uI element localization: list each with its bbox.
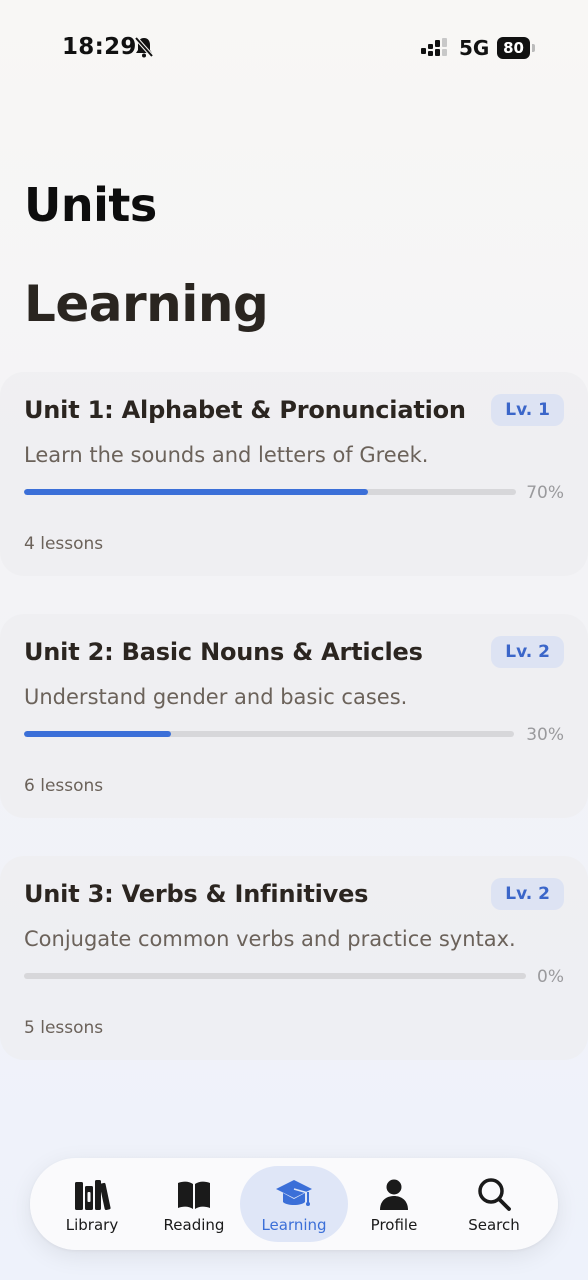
network-label: 5G [459,36,490,60]
tab-label: Learning [261,1216,327,1234]
progress-percent: 30% [526,725,564,745]
progress-bar [24,973,526,979]
unit-title: Unit 2: Basic Nouns & Articles [24,638,423,666]
progress-fill [24,731,171,737]
unit-card[interactable]: Unit 3: Verbs & Infinitives Lv. 2 Conjug… [0,856,588,1060]
tab-label: Search [468,1216,520,1234]
status-time: 18:29 [62,34,137,60]
unit-description: Learn the sounds and letters of Greek. [24,443,429,467]
unit-card[interactable]: Unit 1: Alphabet & Pronunciation Lv. 1 L… [0,372,588,576]
lesson-count: 5 lessons [24,1018,104,1038]
progress-fill [24,489,369,495]
page-title: Units [24,178,157,232]
battery-icon: 80 [497,37,535,59]
tab-bar: Library Reading Learning Profile Search [30,1158,558,1250]
tab-profile[interactable]: Profile [340,1166,448,1242]
lesson-count: 4 lessons [24,534,104,554]
level-badge: Lv. 2 [491,636,564,668]
search-icon [478,1178,511,1211]
signal-icon [421,38,447,56]
person-icon [380,1179,408,1210]
tab-label: Profile [370,1216,418,1234]
tab-library[interactable]: Library [38,1166,146,1242]
library-icon [75,1180,111,1211]
graduation-cap-icon [276,1180,312,1206]
level-badge: Lv. 2 [491,878,564,910]
tab-label: Reading [163,1216,225,1234]
level-badge: Lv. 1 [491,394,564,426]
book-open-icon [178,1181,210,1209]
progress-bar [24,489,516,495]
progress-bar [24,731,514,737]
tab-reading[interactable]: Reading [140,1166,248,1242]
unit-card[interactable]: Unit 2: Basic Nouns & Articles Lv. 2 Und… [0,614,588,818]
status-bar: 18:29 5G 80 [0,0,588,96]
progress-percent: 70% [526,483,564,503]
progress-percent: 0% [537,967,564,987]
tab-learning[interactable]: Learning [240,1166,348,1242]
battery-level: 80 [497,37,530,59]
battery-nub [532,44,535,52]
lesson-count: 6 lessons [24,776,104,796]
unit-description: Understand gender and basic cases. [24,685,408,709]
unit-title: Unit 1: Alphabet & Pronunciation [24,396,466,424]
unit-title: Unit 3: Verbs & Infinitives [24,880,369,908]
tab-label: Library [65,1216,119,1234]
section-title: Learning [24,275,269,333]
tab-search[interactable]: Search [440,1166,548,1242]
unit-description: Conjugate common verbs and practice synt… [24,927,516,951]
bell-off-icon [134,36,154,58]
